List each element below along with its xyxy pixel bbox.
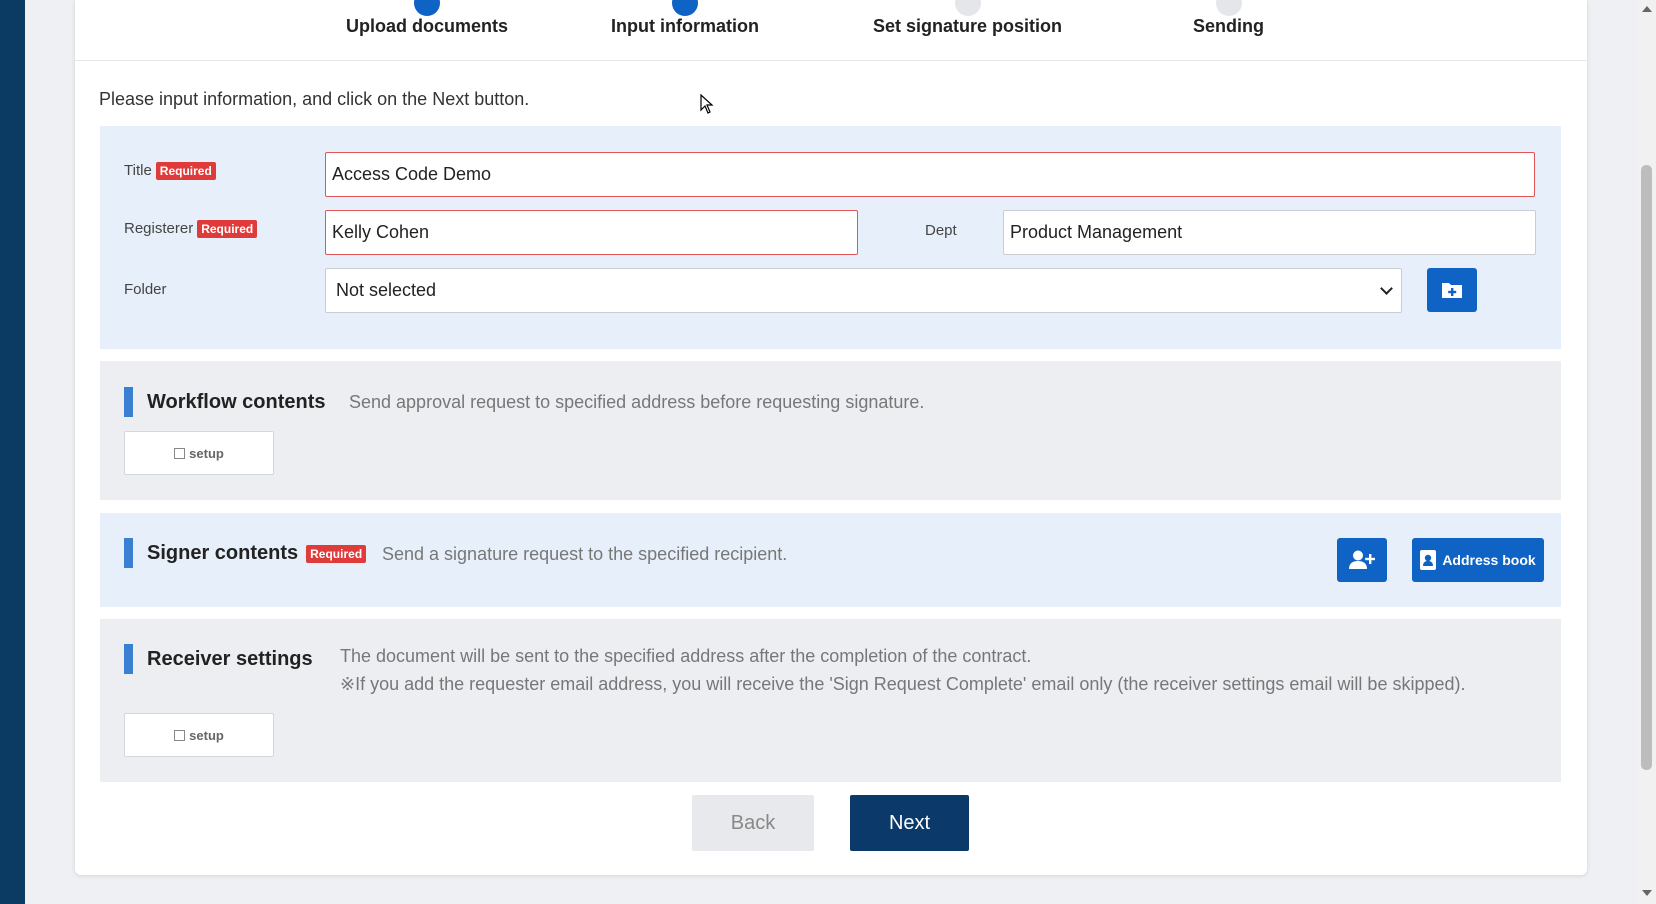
registerer-label: Registerer Required: [124, 220, 258, 239]
setup-label: setup: [189, 727, 224, 743]
step-dot-done: [414, 0, 440, 16]
step-label: Input information: [611, 16, 759, 36]
scroll-down-arrow-icon[interactable]: [1642, 890, 1652, 896]
step-label: Sending: [1193, 16, 1264, 36]
step-dot-pending: [1215, 0, 1242, 16]
step-dot-active: [671, 0, 698, 16]
receiver-description-line2: ※If you add the requester email address,…: [340, 674, 1466, 694]
folder-select-value: Not selected: [336, 280, 437, 300]
main-card: Upload documents Input information Set s…: [75, 0, 1587, 875]
folder-plus-icon: [1442, 283, 1462, 298]
left-sidebar-rail: [0, 0, 25, 904]
back-button[interactable]: Back: [692, 795, 814, 851]
title-label-text: Title: [124, 162, 152, 179]
next-button[interactable]: Next: [850, 795, 969, 851]
scrollbar-thumb[interactable]: [1641, 165, 1652, 770]
dept-input[interactable]: [1003, 210, 1536, 255]
title-label: Title Required: [124, 162, 216, 181]
workflow-contents-panel: Workflow contents Send approval request …: [100, 361, 1561, 500]
registerer-label-text: Registerer: [124, 220, 194, 237]
signer-contents-panel: Signer contents Required Send a signature…: [100, 513, 1561, 607]
receiver-setup-button[interactable]: setup: [124, 713, 274, 757]
step-upload-documents: Upload documents: [346, 0, 509, 37]
setup-label: setup: [189, 445, 224, 461]
address-book-button[interactable]: Address book: [1412, 538, 1544, 582]
section-accent-bar: [124, 644, 133, 674]
step-label: Set signature position: [873, 16, 1063, 36]
add-signer-button[interactable]: [1337, 538, 1387, 582]
mouse-cursor-icon: [700, 94, 714, 114]
section-accent-bar: [124, 387, 133, 417]
workflow-setup-button[interactable]: setup: [124, 431, 274, 475]
add-folder-button[interactable]: [1427, 268, 1477, 312]
title-input[interactable]: [325, 152, 1535, 197]
step-input-information: Input information: [611, 0, 759, 37]
signer-title-text: Signer contents: [147, 542, 299, 564]
address-book-label: Address book: [1442, 552, 1536, 568]
scroll-up-arrow-icon[interactable]: [1642, 6, 1652, 12]
registerer-input[interactable]: [325, 210, 858, 255]
receiver-description-line1: The document will be sent to the specifi…: [340, 646, 1032, 666]
address-book-icon: [1420, 550, 1437, 570]
instruction-text: Please input information, and click on t…: [99, 89, 530, 109]
step-sending: Sending: [1193, 0, 1264, 37]
required-badge: Required: [197, 220, 258, 239]
page-scrollbar[interactable]: [1637, 0, 1656, 904]
required-badge: Required: [306, 544, 367, 563]
checkbox-icon: [174, 447, 186, 459]
user-plus-icon: [1349, 550, 1375, 569]
progress-stepper: Upload documents Input information Set s…: [75, 0, 1587, 61]
workflow-title: Workflow contents: [147, 391, 326, 413]
dept-label: Dept: [925, 222, 957, 239]
required-badge: Required: [155, 162, 216, 181]
checkbox-icon: [174, 729, 186, 741]
folder-label: Folder: [124, 281, 167, 298]
section-accent-bar: [124, 538, 133, 568]
chevron-down-icon: [1380, 281, 1393, 295]
folder-select[interactable]: Not selected: [325, 268, 1402, 313]
document-info-panel: TitleRequired RegistererRequired Dept Fo…: [100, 126, 1561, 349]
signer-title: Signer contents Required: [147, 542, 367, 565]
step-dot-pending: [954, 0, 981, 16]
receiver-settings-panel: Receiver settings The document will be s…: [100, 619, 1561, 782]
receiver-title: Receiver settings: [147, 648, 313, 670]
workflow-description: Send approval request to specified addre…: [349, 392, 925, 412]
step-label: Upload documents: [346, 16, 509, 36]
signer-description: Send a signature request to the specifie…: [382, 544, 788, 564]
step-set-signature-position: Set signature position: [873, 0, 1063, 37]
